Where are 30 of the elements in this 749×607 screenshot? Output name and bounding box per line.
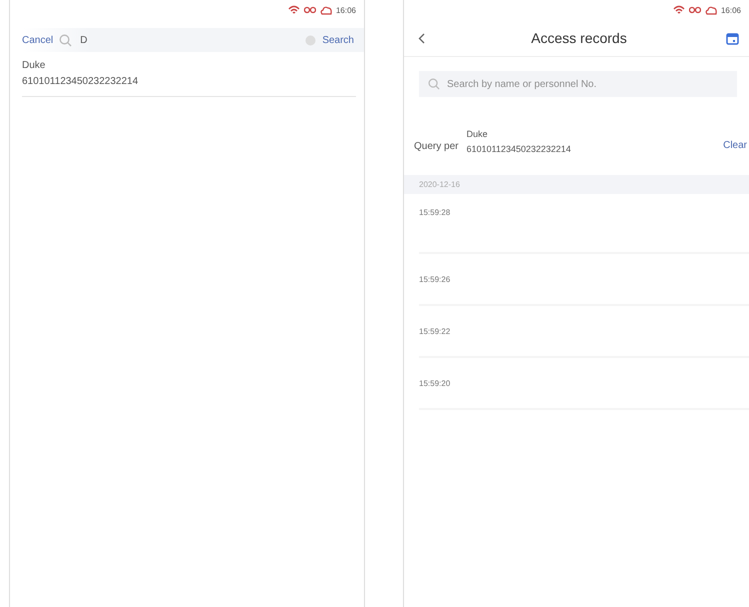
result-item[interactable]: Duke 610101123450232232214: [22, 60, 356, 97]
cloud-icon: [704, 6, 717, 14]
glasses-icon: [304, 6, 316, 14]
person-name: Duke: [466, 128, 488, 138]
record-time: 15:59:26: [419, 254, 749, 306]
status-time: 16:06: [336, 6, 356, 14]
person-id: 610101123450232232214: [22, 76, 140, 87]
search-bar[interactable]: Cancel D Search: [22, 28, 364, 52]
glasses-icon: [688, 6, 701, 14]
calendar-icon[interactable]: [726, 32, 739, 44]
back-icon: [418, 32, 425, 44]
filter-label: Query per: [414, 140, 458, 152]
cloud-icon: [320, 6, 332, 14]
search-field[interactable]: D: [78, 34, 300, 46]
record-time: 15:59:28: [419, 194, 749, 254]
page-title: Access records: [530, 30, 628, 46]
cancel-button[interactable]: Cancel: [22, 34, 54, 46]
clear-button[interactable]: Clear: [723, 140, 747, 150]
person-name: Duke: [22, 60, 46, 71]
wifi-icon: [672, 5, 685, 15]
search-button[interactable]: Search: [322, 34, 354, 46]
wifi-icon: [288, 5, 300, 15]
search-field[interactable]: Search by name or personnel No.: [419, 71, 737, 97]
date-header: 2020-12-16: [404, 175, 749, 194]
record-time: 15:59:20: [419, 358, 749, 410]
search-icon: [428, 78, 440, 90]
status-time: 16:06: [720, 6, 741, 14]
person-id: 610101123450232232214: [466, 144, 572, 154]
record-time: 15:59:22: [419, 306, 749, 358]
search-icon: [59, 34, 72, 46]
